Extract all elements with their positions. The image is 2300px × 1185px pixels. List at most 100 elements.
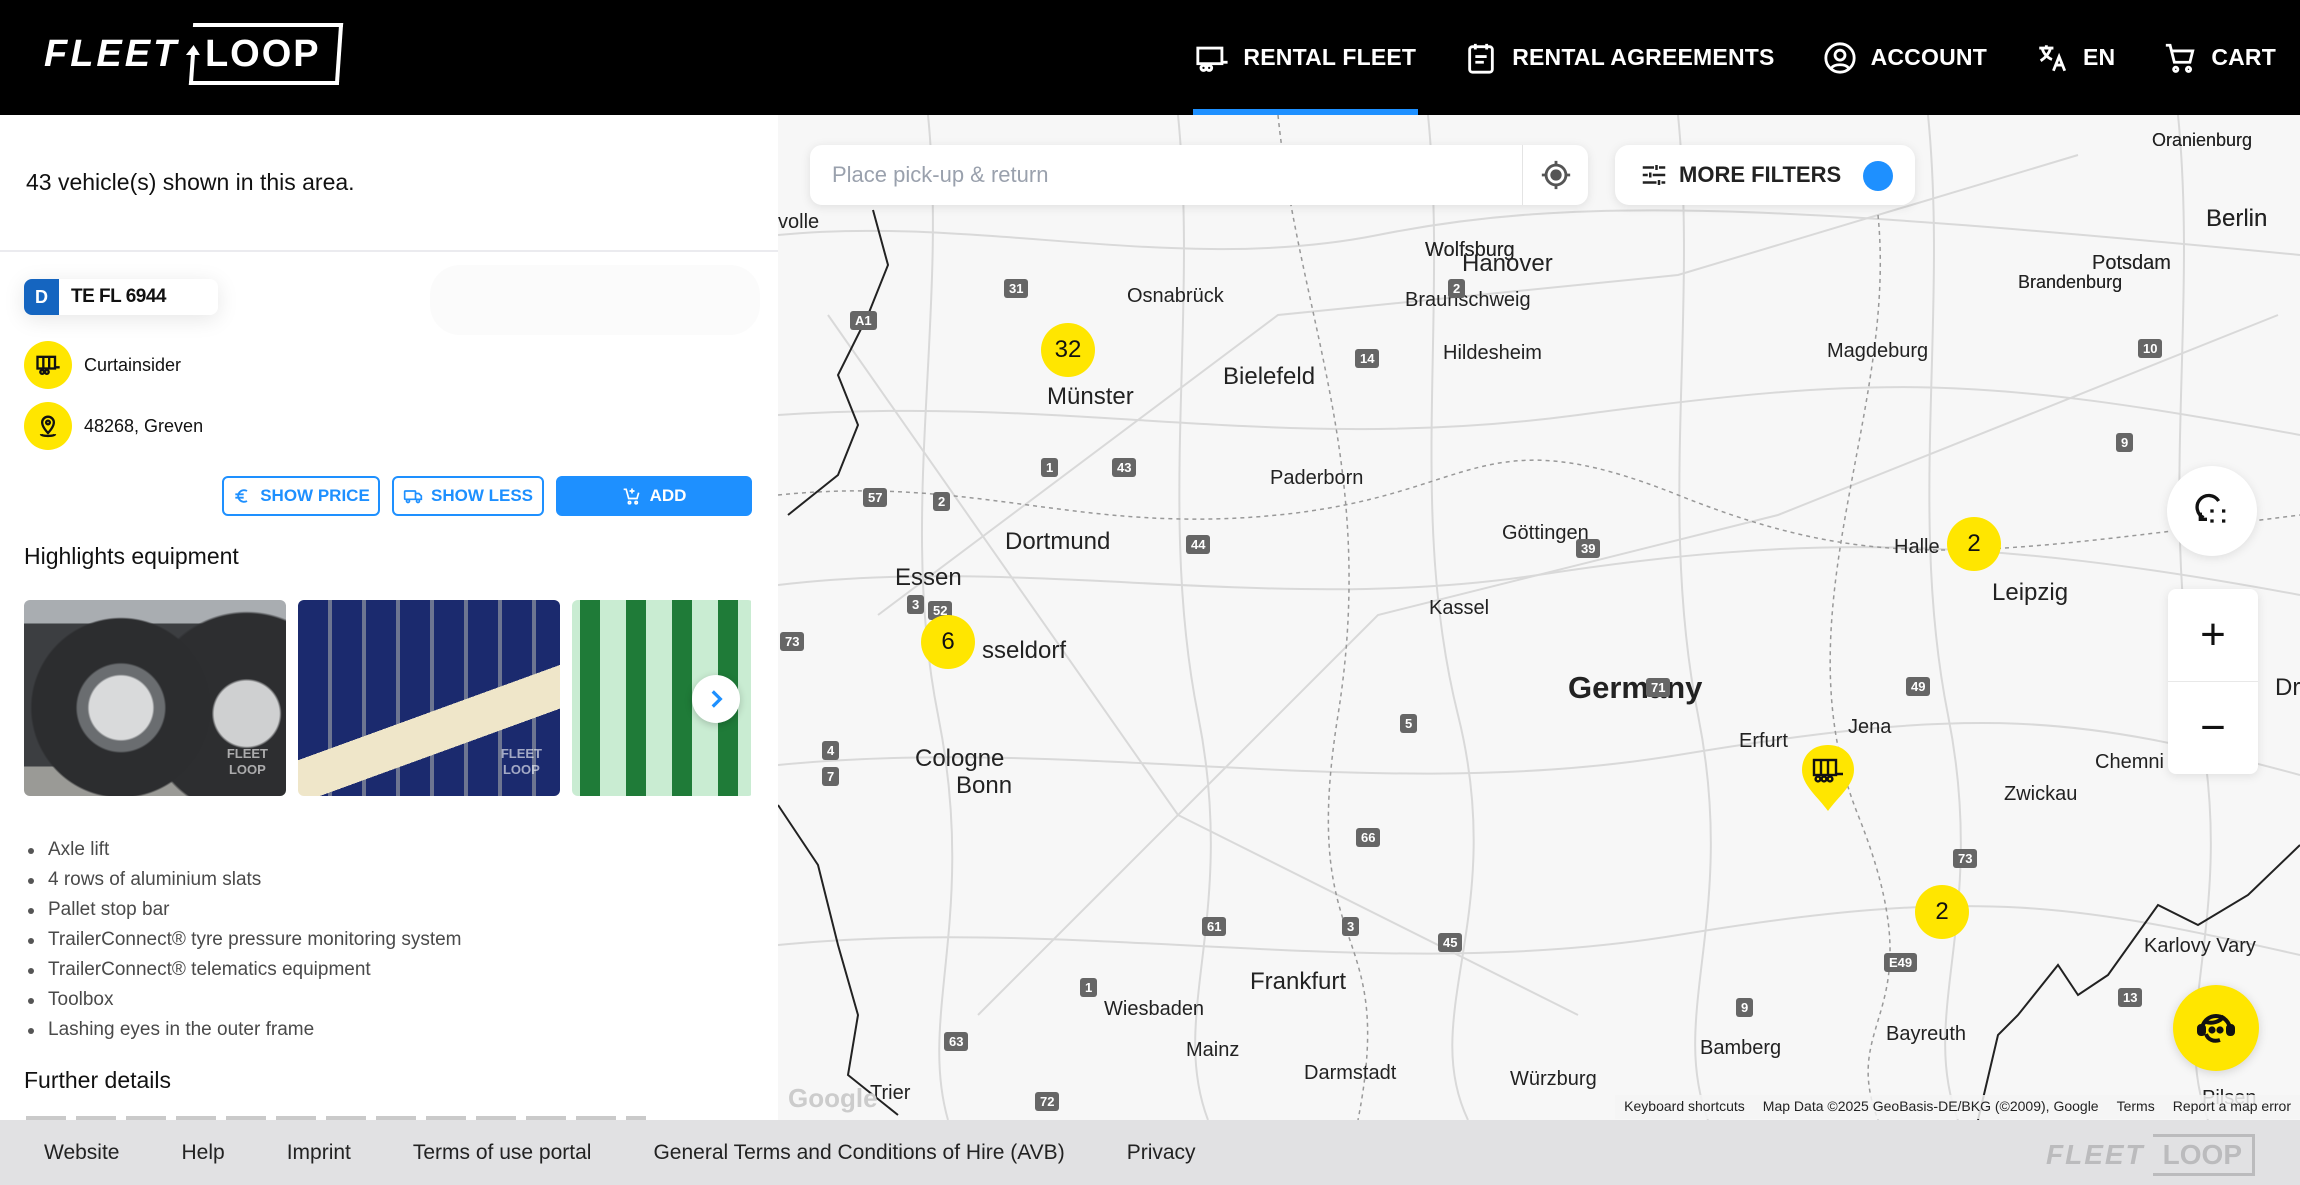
map-data-text: Map Data ©2025 GeoBasis-DE/BKG (©2009), … [1762, 1098, 2099, 1114]
account-circle-icon [1823, 41, 1856, 74]
vehicle-cluster-marker[interactable]: 32 [1041, 323, 1095, 377]
road-shield: 4 [822, 741, 840, 760]
equipment-item: TrailerConnect® telematics equipment [26, 955, 462, 985]
map-label-city: Leipzig [1992, 579, 2069, 606]
footer-link-help[interactable]: Help [181, 1141, 224, 1165]
map-label-city: Oranienburg [2152, 130, 2253, 150]
map-label-city: Mainz [1186, 1039, 1240, 1061]
nav-language[interactable]: EN [2011, 0, 2139, 115]
road-shield: 57 [863, 488, 888, 507]
map-label-city: Würzburg [1510, 1068, 1597, 1090]
further-details-text-clipped [26, 1113, 646, 1120]
show-price-button[interactable]: SHOW PRICE [222, 476, 380, 516]
cart-icon [2166, 43, 2195, 73]
nav-rental-agreements[interactable]: RENTAL AGREEMENTS [1440, 0, 1798, 115]
gallery-photo[interactable]: FLEET LOOP [24, 600, 286, 796]
locate-me-button[interactable] [1522, 145, 1588, 205]
map-label-city: Dres [2275, 674, 2300, 701]
footer-link-privacy[interactable]: Privacy [1127, 1141, 1196, 1165]
vehicle-cluster-marker[interactable]: 2 [1915, 885, 1969, 939]
map-attribution: Keyboard shortcuts Map Data ©2025 GeoBas… [1615, 1095, 2300, 1119]
map-label-city: Bielefeld [1223, 363, 1316, 390]
road-shield: 66 [1356, 828, 1381, 847]
vehicle-location: 48268, Greven [84, 415, 204, 436]
map-label-city: Bonn [956, 772, 1013, 799]
nav-cart[interactable]: CART [2139, 0, 2300, 115]
map-label-city: Halle [1894, 536, 1940, 558]
map-label-city: Bamberg [1700, 1037, 1782, 1059]
logo-text-fleet: FLEET [44, 32, 180, 75]
euro-icon [235, 489, 248, 503]
road-shield: 73 [1953, 849, 1978, 868]
footer-logo: FLEET LOOP [2046, 1134, 2255, 1176]
keyboard-shortcuts-link[interactable]: Keyboard shortcuts [1615, 1095, 1754, 1119]
watermark: FLEET LOOP [500, 746, 542, 777]
show-less-button[interactable]: SHOW LESS [392, 476, 544, 516]
road-shield: 7 [822, 767, 840, 786]
zoom-controls: + − [2168, 589, 2258, 774]
map-label-city: Chemni [2095, 751, 2164, 773]
equipment-item: Pallet stop bar [26, 895, 462, 925]
nav-account[interactable]: ACCOUNT [1799, 0, 2011, 115]
vehicle-type: Curtainsider [84, 354, 182, 375]
map-label-city: Karlovy Vary [2144, 935, 2256, 957]
terms-link[interactable]: Terms [2108, 1095, 2164, 1119]
nav-label: RENTAL FLEET [1243, 44, 1417, 70]
map-label-city: Wiesbaden [1104, 998, 1205, 1020]
customer-support-button[interactable] [2173, 985, 2259, 1071]
road-shield: 1 [1080, 978, 1098, 997]
pickup-return-input[interactable] [810, 145, 1522, 205]
map-label-city: Darmstadt [1304, 1062, 1397, 1084]
road-shield: 3 [907, 595, 925, 614]
footer-link-terms-of-use[interactable]: Terms of use portal [413, 1141, 592, 1165]
vehicle-location-row: 48268, Greven [24, 402, 203, 450]
road-shield: E49 [1884, 953, 1918, 972]
vehicle-cluster-marker[interactable]: 6 [921, 615, 975, 669]
truck-icon [403, 490, 423, 504]
road-shield: 43 [1112, 458, 1137, 477]
equipment-item: Toolbox [26, 985, 462, 1015]
sliders-icon [1642, 165, 1666, 185]
road-shield: 39 [1576, 539, 1601, 558]
road-shield: 5 [1400, 714, 1418, 733]
watermark: FLEET LOOP [226, 746, 268, 777]
zoom-in-button[interactable]: + [2168, 589, 2258, 681]
add-to-cart-button[interactable]: ADD [556, 476, 752, 516]
footer-link-avb[interactable]: General Terms and Conditions of Hire (AV… [653, 1141, 1064, 1165]
translate-icon [2039, 44, 2067, 71]
road-shield: A1 [850, 311, 877, 330]
road-shield: 31 [1004, 279, 1029, 298]
loading-placeholder [430, 265, 760, 335]
vehicle-map-marker[interactable] [1800, 743, 1856, 813]
road-shield: 71 [1646, 678, 1671, 697]
footer-link-imprint[interactable]: Imprint [287, 1141, 351, 1165]
road-shield: 3 [1342, 917, 1360, 936]
equipment-list: Axle lift 4 rows of aluminium slats Pall… [26, 835, 462, 1045]
road-shield: 73 [780, 632, 805, 651]
road-shield: 2 [933, 492, 951, 511]
map-label-city: Essen [895, 564, 962, 591]
vehicle-count: 43 vehicle(s) shown in this area. [26, 169, 355, 195]
fleetloop-logo[interactable]: FLEET LOOP [44, 22, 344, 86]
more-filters-button[interactable]: MORE FILTERS [1615, 145, 1915, 205]
map-label-city: Dortmund [1005, 528, 1111, 555]
map-label-city: Zwickau [2004, 783, 2078, 805]
gallery-photo[interactable]: FLEET LOOP [298, 600, 560, 796]
footer: Website Help Imprint Terms of use portal… [0, 1120, 2300, 1185]
reset-map-view-button[interactable] [2167, 466, 2257, 556]
report-error-link[interactable]: Report a map error [2164, 1095, 2300, 1119]
logo-text-loop: LOOP [205, 32, 322, 75]
plate-country-code: D [24, 279, 59, 315]
clipboard-icon [1468, 43, 1494, 74]
nav-rental-fleet[interactable]: RENTAL FLEET [1171, 0, 1440, 115]
zoom-out-button[interactable]: − [2168, 682, 2258, 774]
gallery-next-button[interactable] [692, 675, 740, 723]
map-view[interactable]: Oranienburg Berlin Potsdam Brandenburg W… [778, 115, 2300, 1120]
road-shield: 45 [1438, 933, 1463, 952]
footer-link-website[interactable]: Website [44, 1141, 119, 1165]
road-shield: 63 [944, 1032, 969, 1051]
map-label-city: Braunschweig [1405, 289, 1531, 311]
vehicle-actions: SHOW PRICE SHOW LESS ADD [222, 476, 752, 516]
plate-number: TE FL 6944 [71, 286, 166, 307]
vehicle-cluster-marker[interactable]: 2 [1947, 517, 2001, 571]
